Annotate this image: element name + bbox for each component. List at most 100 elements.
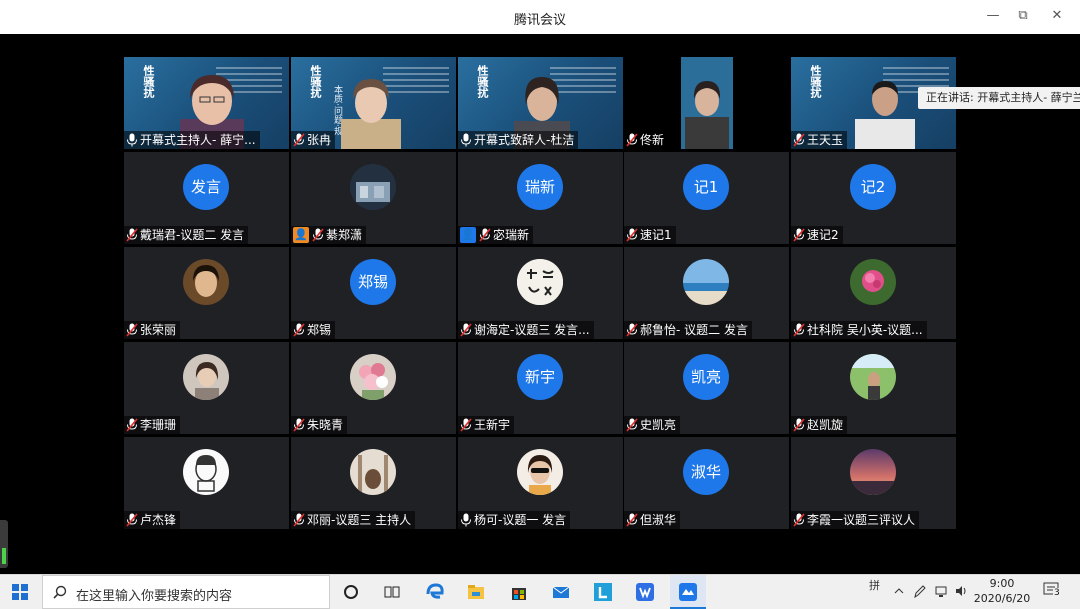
participant-tile[interactable]: 朱晓青: [291, 342, 456, 434]
participant-tile[interactable]: 佟新: [624, 57, 789, 149]
participant-tile[interactable]: 记1 速记1: [624, 152, 789, 244]
participant-tile[interactable]: 卢杰锋: [124, 437, 289, 529]
mic-muted-icon: [293, 323, 305, 337]
mic-muted-icon: [460, 418, 472, 432]
wps-icon[interactable]: [635, 582, 655, 602]
windows-start-icon[interactable]: [12, 584, 28, 600]
mic-muted-icon: [293, 133, 305, 147]
window-titlebar: 腾讯会议 — ⧉ ✕: [0, 0, 1080, 34]
chevron-up-icon[interactable]: [892, 584, 906, 598]
participant-name: 卢杰锋: [124, 511, 181, 529]
slide-title: 性骚扰: [142, 65, 155, 98]
participant-tile[interactable]: 记2 速记2: [791, 152, 956, 244]
avatar: [517, 259, 563, 305]
participant-tile[interactable]: 瑞新 👤 宓瑞新: [458, 152, 623, 244]
side-panel-handle[interactable]: [0, 520, 8, 568]
participant-tile[interactable]: 性骚扰 开幕式致辞人-杜洁: [458, 57, 623, 149]
avatar: 新宇: [517, 354, 563, 400]
user-badge-icon: 👤: [293, 227, 309, 243]
tencent-meeting-taskbar-item[interactable]: [670, 575, 706, 609]
participant-tile[interactable]: 郑锡 郑锡: [291, 247, 456, 339]
action-center-button[interactable]: 3: [1043, 581, 1063, 601]
slide-title: 性骚扰: [309, 65, 322, 98]
participant-video: [685, 81, 729, 149]
participant-tile[interactable]: 谢海定-议题三 发言...: [458, 247, 623, 339]
pen-icon[interactable]: [912, 583, 926, 599]
participant-name: 👤 綦郑潇: [291, 226, 367, 244]
participant-tile[interactable]: 性骚扰 本质·问题·规 张冉: [291, 57, 456, 149]
mic-muted-icon: [626, 418, 638, 432]
participant-name: 👤 宓瑞新: [458, 226, 534, 244]
participant-tile[interactable]: 杨可-议题一 发言: [458, 437, 623, 529]
avatar: 记2: [850, 164, 896, 210]
participant-name: 佟新: [624, 131, 669, 149]
taskbar-search[interactable]: 在这里输入你要搜索的内容: [42, 575, 330, 609]
mic-muted-icon: [626, 228, 638, 242]
participant-name: 谢海定-议题三 发言...: [458, 321, 594, 339]
participant-tile[interactable]: 邓丽-议题三 主持人: [291, 437, 456, 529]
participant-tile[interactable]: 发言 戴瑞君-议题二 发言: [124, 152, 289, 244]
participant-tile[interactable]: 李霞一议题三评议人: [791, 437, 956, 529]
participant-name: 开幕式致辞人-杜洁: [458, 131, 579, 149]
taskbar-clock[interactable]: 9:00 2020/6/20: [972, 576, 1032, 606]
participant-name: 李霞一议题三评议人: [791, 511, 920, 529]
task-view-icon[interactable]: [382, 582, 402, 602]
avatar: [683, 259, 729, 305]
mic-muted-icon: [793, 513, 805, 527]
participant-name: 戴瑞君-议题二 发言: [124, 226, 249, 244]
participant-tile[interactable]: 新宇 王新宇: [458, 342, 623, 434]
minimize-button[interactable]: —: [982, 6, 1004, 26]
mic-muted-icon: [793, 228, 805, 242]
participant-name: 郝鲁怡- 议题二 发言: [624, 321, 752, 339]
avatar: [517, 449, 563, 495]
participant-tile[interactable]: 赵凯旋: [791, 342, 956, 434]
participant-name: 赵凯旋: [791, 416, 848, 434]
windows-taskbar: 在这里输入你要搜索的内容 拼 9:00 2020/6/20 3: [0, 574, 1080, 609]
ime-indicator[interactable]: 拼: [869, 577, 880, 593]
edge-browser-icon[interactable]: [425, 582, 445, 602]
avatar: [183, 259, 229, 305]
mic-on-icon: [461, 513, 471, 527]
participant-tile[interactable]: 张荣丽: [124, 247, 289, 339]
cortana-icon[interactable]: [341, 582, 361, 602]
avatar: [850, 354, 896, 400]
participant-name: 开幕式主持人- 薛宁...: [124, 131, 260, 149]
close-button[interactable]: ✕: [1046, 6, 1068, 26]
participant-tile[interactable]: 性骚扰 开幕式主持人- 薛宁...: [124, 57, 289, 149]
participant-tile[interactable]: 凯亮 史凯亮: [624, 342, 789, 434]
search-placeholder: 在这里输入你要搜索的内容: [76, 589, 233, 604]
mic-on-icon: [461, 133, 471, 147]
app-l-icon[interactable]: [593, 582, 613, 602]
avatar: 瑞新: [517, 164, 563, 210]
tencent-meeting-icon: [679, 583, 697, 601]
file-explorer-icon[interactable]: [466, 582, 486, 602]
network-icon[interactable]: [934, 584, 948, 598]
avatar: [850, 259, 896, 305]
participant-name: 邓丽-议题三 主持人: [291, 511, 416, 529]
avatar: [183, 449, 229, 495]
participant-name: 社科院 吴小英-议题...: [791, 321, 927, 339]
avatar: 凯亮: [683, 354, 729, 400]
participant-video: [341, 79, 401, 149]
clock-date: 2020/6/20: [973, 592, 1031, 605]
store-icon[interactable]: [509, 582, 529, 602]
participant-name: 速记1: [624, 226, 676, 244]
volume-icon[interactable]: [954, 584, 968, 598]
mic-muted-icon: [793, 133, 805, 147]
restore-button[interactable]: ⧉: [1012, 6, 1034, 26]
participant-tile[interactable]: 社科院 吴小英-议题...: [791, 247, 956, 339]
participant-tile[interactable]: 李珊珊: [124, 342, 289, 434]
participant-tile[interactable]: 郝鲁怡- 议题二 发言: [624, 247, 789, 339]
window-title: 腾讯会议: [513, 13, 566, 28]
mail-icon[interactable]: [551, 582, 571, 602]
participant-tile[interactable]: 👤 綦郑潇: [291, 152, 456, 244]
avatar: [183, 354, 229, 400]
clock-time: 9:00: [989, 577, 1015, 590]
mic-on-icon: [127, 133, 137, 147]
participant-name: 史凯亮: [624, 416, 681, 434]
user-badge-icon: 👤: [460, 227, 476, 243]
participant-tile[interactable]: 淑华 但淑华: [624, 437, 789, 529]
participant-name: 李珊珊: [124, 416, 181, 434]
participant-name: 杨可-议题一 发言: [458, 511, 571, 529]
notification-count: 3: [1053, 588, 1061, 598]
